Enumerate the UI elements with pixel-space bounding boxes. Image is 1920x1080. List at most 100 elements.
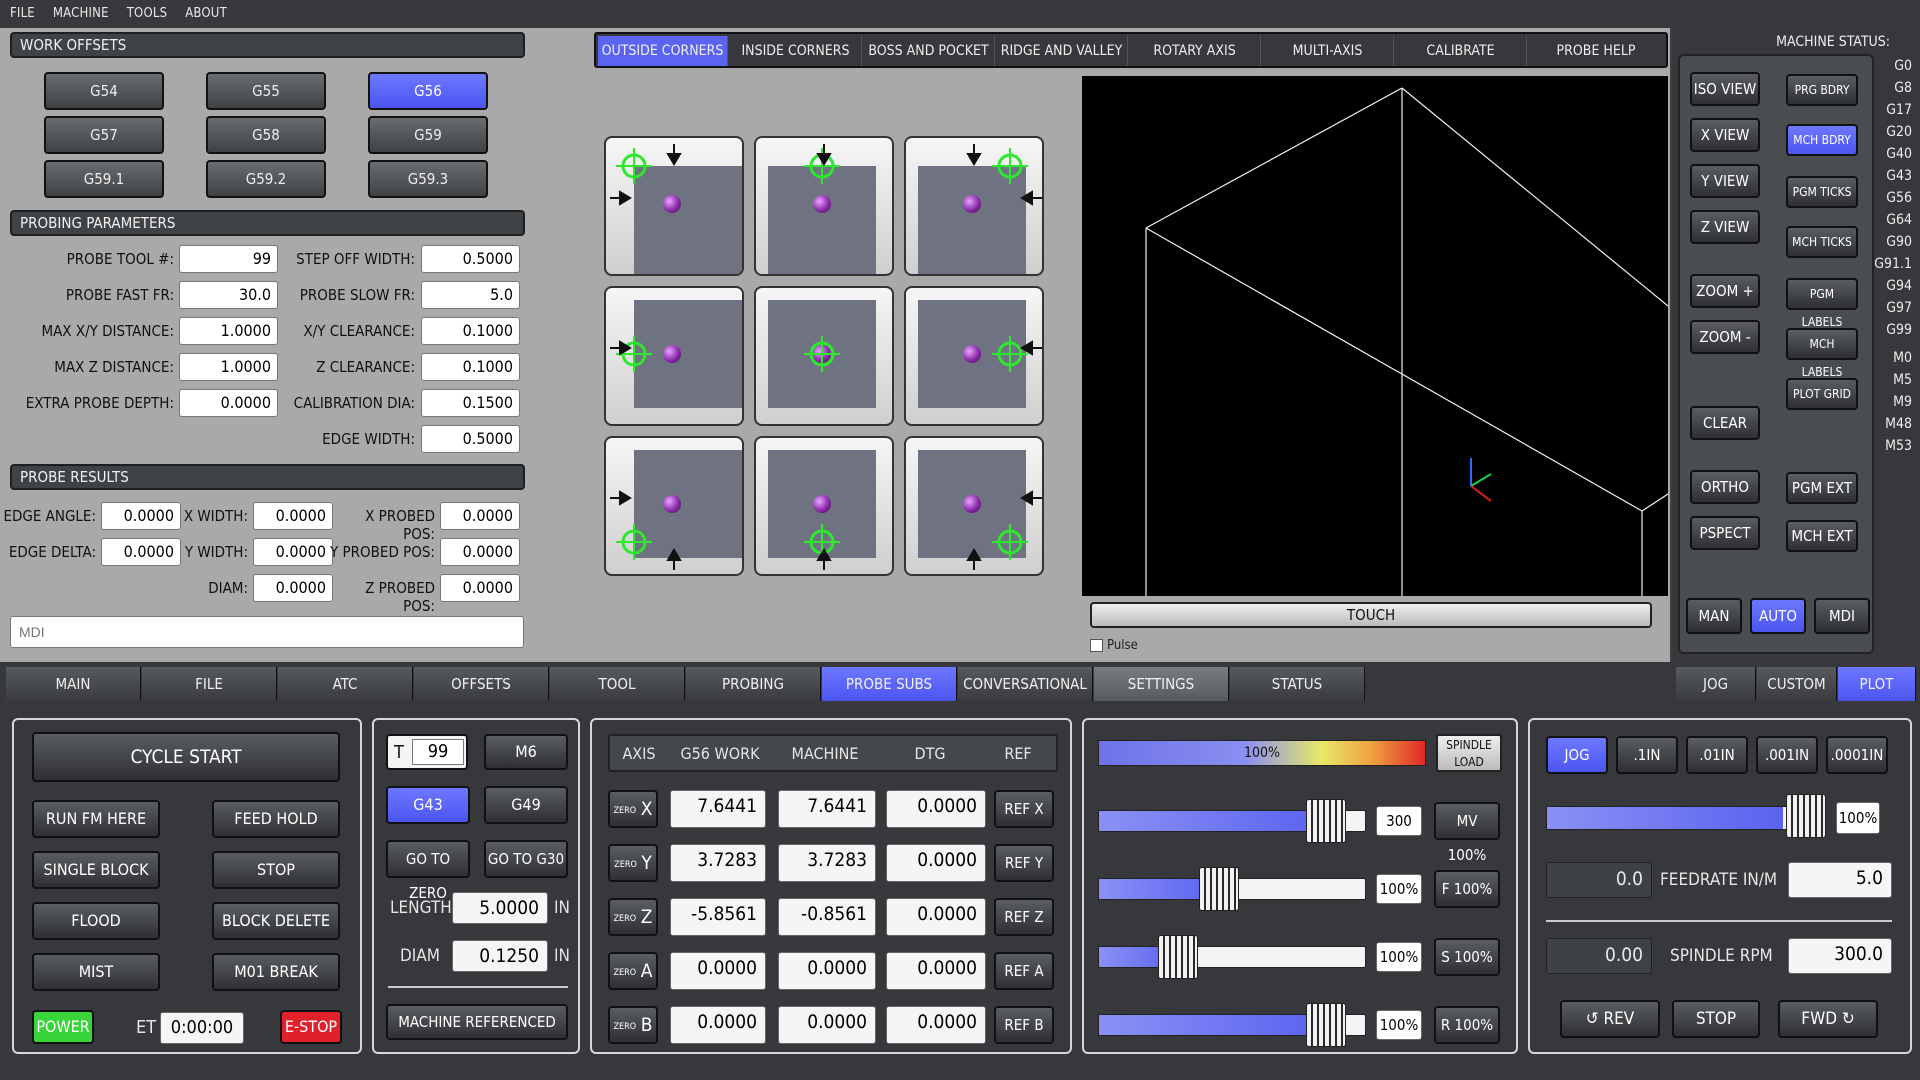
- feed-hold-button[interactable]: FEED HOLD: [212, 800, 340, 838]
- view-button[interactable]: Y VIEW: [1690, 164, 1760, 198]
- main-tab[interactable]: STATUS: [1230, 667, 1365, 701]
- probe-routine-button[interactable]: [904, 436, 1044, 576]
- jog-increment-button[interactable]: .01IN: [1686, 736, 1748, 774]
- jog-slider-handle[interactable]: [1786, 794, 1826, 838]
- ref-axis-button[interactable]: REF A: [994, 952, 1054, 990]
- probe-tool-field[interactable]: 99: [179, 245, 278, 273]
- ref-axis-button[interactable]: REF B: [994, 1006, 1054, 1044]
- ref-axis-button[interactable]: REF X: [994, 790, 1054, 828]
- probe-routine-button[interactable]: [604, 436, 744, 576]
- extra-probe-depth-field[interactable]: 0.0000: [179, 389, 278, 417]
- jog-increment-button[interactable]: .001IN: [1756, 736, 1818, 774]
- spindle-rpm-set-field[interactable]: 300.0: [1788, 938, 1892, 974]
- jog-increment-button[interactable]: .0001IN: [1826, 736, 1888, 774]
- plot-option-button[interactable]: MCH EXT: [1786, 520, 1858, 552]
- plot-option-button[interactable]: PLOT GRID: [1786, 378, 1858, 410]
- main-tab[interactable]: OFFSETS: [414, 667, 549, 701]
- plot-option-button[interactable]: PGM EXT: [1786, 472, 1858, 504]
- go-to-zero-button[interactable]: GO TO ZERO: [386, 840, 470, 902]
- override-reset-button[interactable]: F 100%: [1434, 870, 1500, 908]
- main-tab[interactable]: MAIN: [6, 667, 141, 701]
- probe-slow-fr-field[interactable]: 5.0: [421, 281, 520, 309]
- g56-button[interactable]: G56: [368, 72, 488, 110]
- estop-button[interactable]: E-STOP: [280, 1010, 342, 1044]
- tab-rotary-axis[interactable]: ROTARY AXIS: [1129, 36, 1261, 66]
- view-button[interactable]: ORTHO: [1690, 470, 1760, 504]
- spindle-stop-button[interactable]: STOP: [1672, 1000, 1760, 1038]
- edge-delta-field[interactable]: 0.0000: [101, 538, 181, 566]
- zero-axis-button[interactable]: ZERO Y: [608, 844, 658, 882]
- max-xy-distance-field[interactable]: 1.0000: [179, 317, 278, 345]
- tab-jog[interactable]: JOG: [1676, 667, 1756, 701]
- run-from-here-button[interactable]: RUN FM HERE: [32, 800, 160, 838]
- tool-number-field[interactable]: 99: [412, 739, 464, 765]
- zero-axis-button[interactable]: ZERO B: [608, 1006, 658, 1044]
- edge-width-field[interactable]: 0.5000: [421, 425, 520, 453]
- override-reset-button[interactable]: MV 100%: [1434, 802, 1500, 864]
- step-off-width-field[interactable]: 0.5000: [421, 245, 520, 273]
- g59-3-button[interactable]: G59.3: [368, 160, 488, 198]
- override-reset-button[interactable]: R 100%: [1434, 1006, 1500, 1044]
- view-button[interactable]: PSPECT: [1690, 516, 1760, 550]
- go-to-g30-button[interactable]: GO TO G30: [484, 840, 568, 878]
- slider-handle[interactable]: [1305, 799, 1346, 843]
- main-tab[interactable]: CONVERSATIONAL: [958, 667, 1093, 701]
- zero-axis-button[interactable]: ZERO A: [608, 952, 658, 990]
- jog-increment-button[interactable]: JOG: [1546, 736, 1608, 774]
- override-slider[interactable]: [1098, 946, 1366, 968]
- menu-tools[interactable]: TOOLS: [117, 0, 176, 28]
- mode-button[interactable]: MAN: [1686, 598, 1742, 634]
- zero-axis-button[interactable]: ZERO Z: [608, 898, 658, 936]
- probe-routine-button[interactable]: [904, 136, 1044, 276]
- g55-button[interactable]: G55: [206, 72, 326, 110]
- feedrate-set-field[interactable]: 5.0: [1788, 862, 1892, 898]
- view-button[interactable]: ISO VIEW: [1690, 72, 1760, 106]
- zero-axis-button[interactable]: ZERO X: [608, 790, 658, 828]
- plot-option-button[interactable]: PGM TICKS: [1786, 176, 1858, 208]
- spindle-rev-button[interactable]: ↺ REV: [1560, 1000, 1660, 1038]
- tab-multi-axis[interactable]: MULTI-AXIS: [1262, 36, 1394, 66]
- main-tab[interactable]: PROBE SUBS: [822, 667, 957, 701]
- g58-button[interactable]: G58: [206, 116, 326, 154]
- tab-plot[interactable]: PLOT: [1838, 667, 1916, 701]
- max-z-distance-field[interactable]: 1.0000: [179, 353, 278, 381]
- override-reset-button[interactable]: S 100%: [1434, 938, 1500, 976]
- pulse-checkbox[interactable]: [1090, 639, 1103, 652]
- g54-button[interactable]: G54: [44, 72, 164, 110]
- flood-button[interactable]: FLOOD: [32, 902, 160, 940]
- plot-option-button[interactable]: MCH LABELS: [1786, 328, 1858, 379]
- main-tab[interactable]: TOOL: [550, 667, 685, 701]
- z-clearance-field[interactable]: 0.1000: [421, 353, 520, 381]
- y-width-field[interactable]: 0.0000: [253, 538, 333, 566]
- menu-machine[interactable]: MACHINE: [43, 0, 117, 28]
- cycle-start-button[interactable]: CYCLE START: [32, 732, 340, 782]
- g49-button[interactable]: G49: [484, 786, 568, 824]
- stop-button[interactable]: STOP: [212, 851, 340, 889]
- probe-routine-button[interactable]: [604, 286, 744, 426]
- tab-custom[interactable]: CUSTOM: [1757, 667, 1837, 701]
- main-tab[interactable]: SETTINGS: [1094, 667, 1229, 701]
- mode-button[interactable]: AUTO: [1750, 598, 1806, 634]
- view-button[interactable]: CLEAR: [1690, 406, 1760, 440]
- x-width-field[interactable]: 0.0000: [253, 502, 333, 530]
- main-tab[interactable]: FILE: [142, 667, 277, 701]
- calibration-dia-field[interactable]: 0.1500: [421, 389, 520, 417]
- machine-referenced-button[interactable]: MACHINE REFERENCED: [386, 1004, 568, 1040]
- view-button[interactable]: Z VIEW: [1690, 210, 1760, 244]
- g57-button[interactable]: G57: [44, 116, 164, 154]
- g59-button[interactable]: G59: [368, 116, 488, 154]
- power-button[interactable]: POWER: [32, 1010, 94, 1044]
- mist-button[interactable]: MIST: [32, 953, 160, 991]
- probe-routine-button[interactable]: [904, 286, 1044, 426]
- view-button[interactable]: X VIEW: [1690, 118, 1760, 152]
- tab-probe-help[interactable]: PROBE HELP: [1528, 36, 1664, 66]
- jog-rate-slider[interactable]: [1546, 806, 1826, 830]
- slider-handle[interactable]: [1305, 1003, 1346, 1047]
- block-delete-button[interactable]: BLOCK DELETE: [212, 902, 340, 940]
- tab-ridge-and-valley[interactable]: RIDGE AND VALLEY: [996, 36, 1128, 66]
- tab-boss-and-pocket[interactable]: BOSS AND POCKET: [863, 36, 995, 66]
- diam-field[interactable]: 0.0000: [253, 574, 333, 602]
- m01-break-button[interactable]: M01 BREAK: [212, 953, 340, 991]
- xy-clearance-field[interactable]: 0.1000: [421, 317, 520, 345]
- probe-routine-button[interactable]: [604, 136, 744, 276]
